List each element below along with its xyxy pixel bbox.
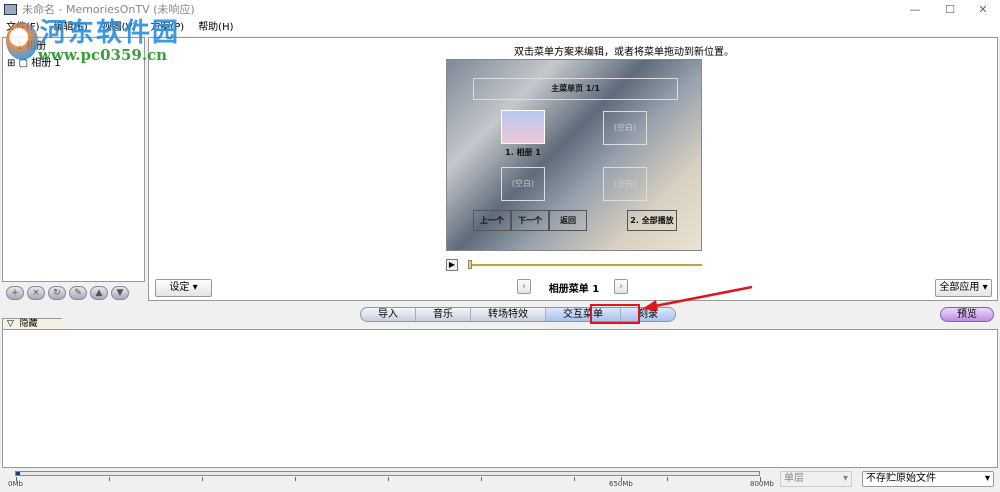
menu-item-4[interactable]: (空白) bbox=[603, 167, 647, 201]
lower-workspace bbox=[2, 329, 998, 468]
capacity-label-650: 650Mb bbox=[609, 480, 633, 488]
menu-item-1[interactable]: 1. 相册 1 bbox=[491, 147, 555, 158]
tab-music[interactable]: 音乐 bbox=[416, 308, 471, 321]
tree-toolbar: + × ↻ ✎ ▲ ▼ bbox=[6, 286, 129, 300]
play-all-button[interactable]: 2. 全部播放 bbox=[627, 210, 677, 231]
preview-slider: ▶ bbox=[446, 259, 702, 271]
tab-import[interactable]: 导入 bbox=[361, 308, 416, 321]
slider-handle[interactable] bbox=[468, 260, 472, 269]
store-option-select[interactable]: 不存贮原始文件 ▾ bbox=[862, 471, 994, 487]
delete-button[interactable]: × bbox=[27, 286, 45, 300]
settings-button[interactable]: 设定 ▾ bbox=[155, 279, 212, 297]
expand-icon[interactable]: ⊞ bbox=[7, 58, 15, 69]
watermark-logo bbox=[6, 22, 38, 60]
menu-title-box[interactable]: 主菜单页 1/1 bbox=[473, 78, 678, 100]
maximize-button[interactable]: ☐ bbox=[935, 0, 965, 20]
capacity-bar bbox=[15, 471, 760, 476]
move-up-button[interactable]: ▲ bbox=[90, 286, 108, 300]
capacity-label-800: 800Mb bbox=[750, 480, 774, 488]
menu-item-3[interactable]: (空白) bbox=[501, 167, 545, 201]
capacity-label-0: 0Mb bbox=[8, 480, 23, 488]
highlight-box bbox=[590, 304, 640, 324]
prev-menu-button[interactable]: ‹ bbox=[517, 279, 531, 294]
menu-preview[interactable]: 主菜单页 1/1 1. 相册 1 (空白) (空白) (空白) 上一个 下一个 … bbox=[446, 59, 702, 251]
preview-button[interactable]: 预览 bbox=[940, 307, 994, 322]
menu-editor-panel: 双击菜单方案来编辑，或者将菜单拖动到新位置。 主菜单页 1/1 1. 相册 1 … bbox=[148, 37, 998, 301]
close-button[interactable]: ✕ bbox=[968, 0, 998, 20]
editor-hint: 双击菜单方案来编辑，或者将菜单拖动到新位置。 bbox=[514, 47, 734, 58]
menu-help[interactable]: 帮助(H) bbox=[198, 20, 233, 36]
back-button[interactable]: 返回 bbox=[549, 210, 587, 231]
move-down-button[interactable]: ▼ bbox=[111, 286, 129, 300]
next-page-button[interactable]: 下一个 bbox=[511, 210, 549, 231]
menu-item-2[interactable]: (空白) bbox=[603, 111, 647, 145]
apply-all-button[interactable]: 全部应用 ▾ bbox=[935, 279, 992, 297]
tab-transitions[interactable]: 转场特效 bbox=[471, 308, 546, 321]
capacity-fill bbox=[16, 472, 20, 475]
app-icon bbox=[4, 4, 17, 15]
edit-button[interactable]: ✎ bbox=[69, 286, 87, 300]
next-menu-button[interactable]: › bbox=[614, 279, 628, 294]
album-thumbnail[interactable] bbox=[501, 110, 545, 144]
menu-name: 相册菜单 1 bbox=[548, 284, 600, 295]
layer-select[interactable]: 单层 ▾ bbox=[780, 471, 852, 487]
add-button[interactable]: + bbox=[6, 286, 24, 300]
watermark-url: www.pc0359.cn bbox=[38, 46, 168, 64]
minimize-button[interactable]: — bbox=[900, 0, 930, 20]
timeline-track[interactable] bbox=[468, 264, 702, 266]
watermark-text: 河东软件园 bbox=[40, 18, 181, 48]
rotate-button[interactable]: ↻ bbox=[48, 286, 66, 300]
red-arrow-annotation bbox=[642, 285, 753, 311]
play-icon[interactable]: ▶ bbox=[446, 259, 458, 271]
album-tree-panel: 1 相册 ⊞ ▢ 相册 1 bbox=[2, 37, 145, 282]
prev-page-button[interactable]: 上一个 bbox=[473, 210, 511, 231]
